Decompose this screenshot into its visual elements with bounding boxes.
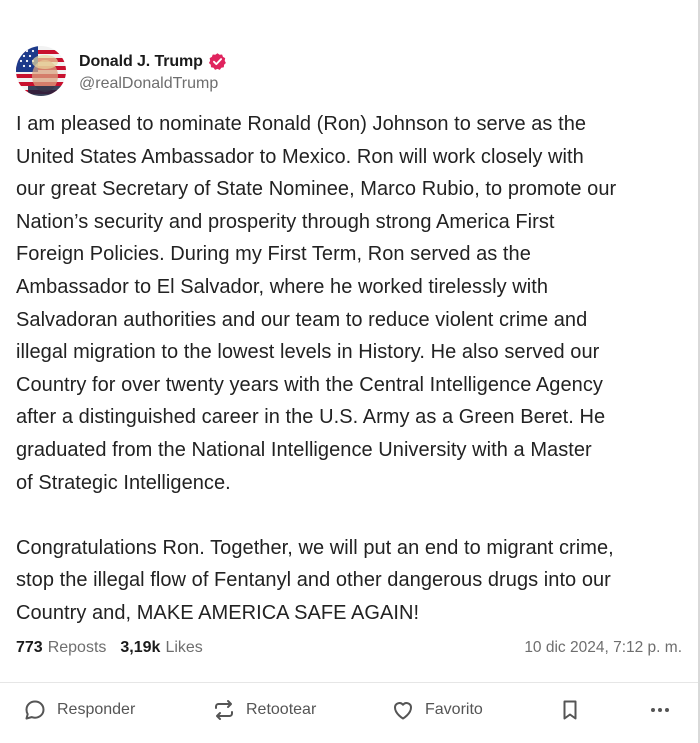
- more-options-button[interactable]: [648, 683, 672, 737]
- reply-button[interactable]: Responder: [23, 683, 135, 737]
- repost-arrows-icon: [212, 698, 236, 722]
- verified-badge-icon: [208, 52, 227, 71]
- favorite-label: Favorito: [425, 701, 483, 718]
- post-paragraph-1: I am pleased to nominate Ronald (Ron) Jo…: [16, 113, 617, 494]
- reply-bubble-icon: [23, 698, 47, 722]
- name-row: Donald J. Trump: [79, 50, 227, 74]
- repost-button[interactable]: Retootear: [212, 683, 316, 737]
- likes-count[interactable]: 3,19k: [120, 639, 160, 657]
- post-timestamp: 10 dic 2024, 7:12 p. m.: [524, 639, 682, 656]
- likes-label[interactable]: Likes: [165, 639, 202, 657]
- reposts-label[interactable]: Reposts: [48, 639, 107, 657]
- bookmark-button[interactable]: [558, 683, 582, 737]
- heart-icon: [391, 698, 415, 722]
- post-paragraph-2: Congratulations Ron. Together, we will p…: [16, 536, 614, 624]
- reposts-count[interactable]: 773: [16, 639, 43, 657]
- post-page: Donald J. Trump @realDonaldTrump I am pl…: [0, 0, 700, 743]
- more-dots-icon: [648, 698, 672, 722]
- bookmark-icon: [558, 698, 582, 722]
- avatar[interactable]: [16, 46, 66, 96]
- display-name[interactable]: Donald J. Trump: [79, 53, 203, 71]
- post-stats: 773 Reposts 3,19k Likes 10 dic 2024, 7:1…: [16, 637, 682, 659]
- action-bar: Responder Retootear Favorito: [0, 683, 698, 743]
- avatar-image: [16, 46, 66, 96]
- post-body: I am pleased to nominate Ronald (Ron) Jo…: [16, 108, 686, 630]
- author-handle[interactable]: @realDonaldTrump: [79, 75, 227, 93]
- author-block: Donald J. Trump @realDonaldTrump: [79, 50, 227, 93]
- favorite-button[interactable]: Favorito: [391, 683, 483, 737]
- post-header: Donald J. Trump @realDonaldTrump: [16, 46, 227, 96]
- reply-label: Responder: [57, 701, 136, 718]
- repost-label: Retootear: [246, 701, 317, 718]
